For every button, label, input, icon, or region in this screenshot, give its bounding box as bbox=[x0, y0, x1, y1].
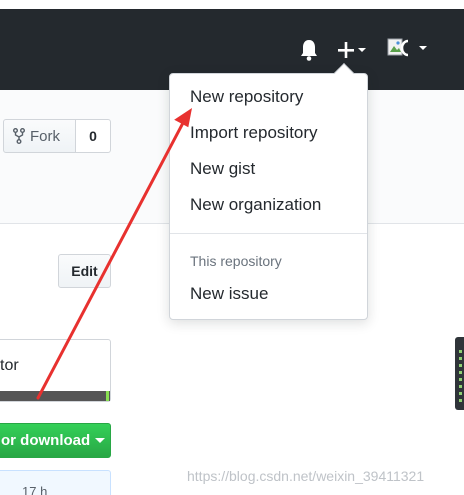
scrollbar-markers bbox=[459, 350, 462, 402]
menu-item-new-issue[interactable]: New issue bbox=[190, 284, 268, 304]
latest-commit-box bbox=[0, 470, 111, 495]
fork-count[interactable]: 0 bbox=[75, 119, 111, 153]
fork-button[interactable]: Fork bbox=[3, 119, 76, 153]
caret-down-icon bbox=[95, 438, 106, 443]
language-bar[interactable] bbox=[0, 391, 110, 401]
browser-edge bbox=[0, 0, 464, 9]
contributors-link[interactable]: tor bbox=[0, 357, 19, 375]
clone-download-button[interactable]: or download bbox=[0, 423, 111, 458]
bell-icon[interactable] bbox=[299, 38, 319, 62]
menu-item-new-organization[interactable]: New organization bbox=[190, 195, 321, 215]
create-new-menu-button[interactable] bbox=[335, 38, 369, 62]
menu-item-new-gist[interactable]: New gist bbox=[190, 159, 255, 179]
edit-button[interactable]: Edit bbox=[58, 254, 111, 288]
menu-section-header: This repository bbox=[190, 253, 282, 269]
fork-icon bbox=[13, 128, 25, 144]
commit-time: 17 h bbox=[22, 484, 48, 495]
language-bar-segment bbox=[106, 391, 109, 401]
menu-item-import-repository[interactable]: Import repository bbox=[190, 123, 318, 143]
clone-label: or download bbox=[1, 432, 91, 449]
plus-icon bbox=[338, 42, 366, 58]
user-menu-button[interactable] bbox=[386, 36, 430, 62]
menu-item-new-repository[interactable]: New repository bbox=[190, 87, 303, 107]
fork-label: Fork bbox=[30, 127, 60, 145]
watermark: https://blog.csdn.net/weixin_39411321 bbox=[187, 468, 425, 484]
broken-image-avatar-icon bbox=[387, 38, 427, 57]
menu-divider bbox=[170, 233, 367, 234]
